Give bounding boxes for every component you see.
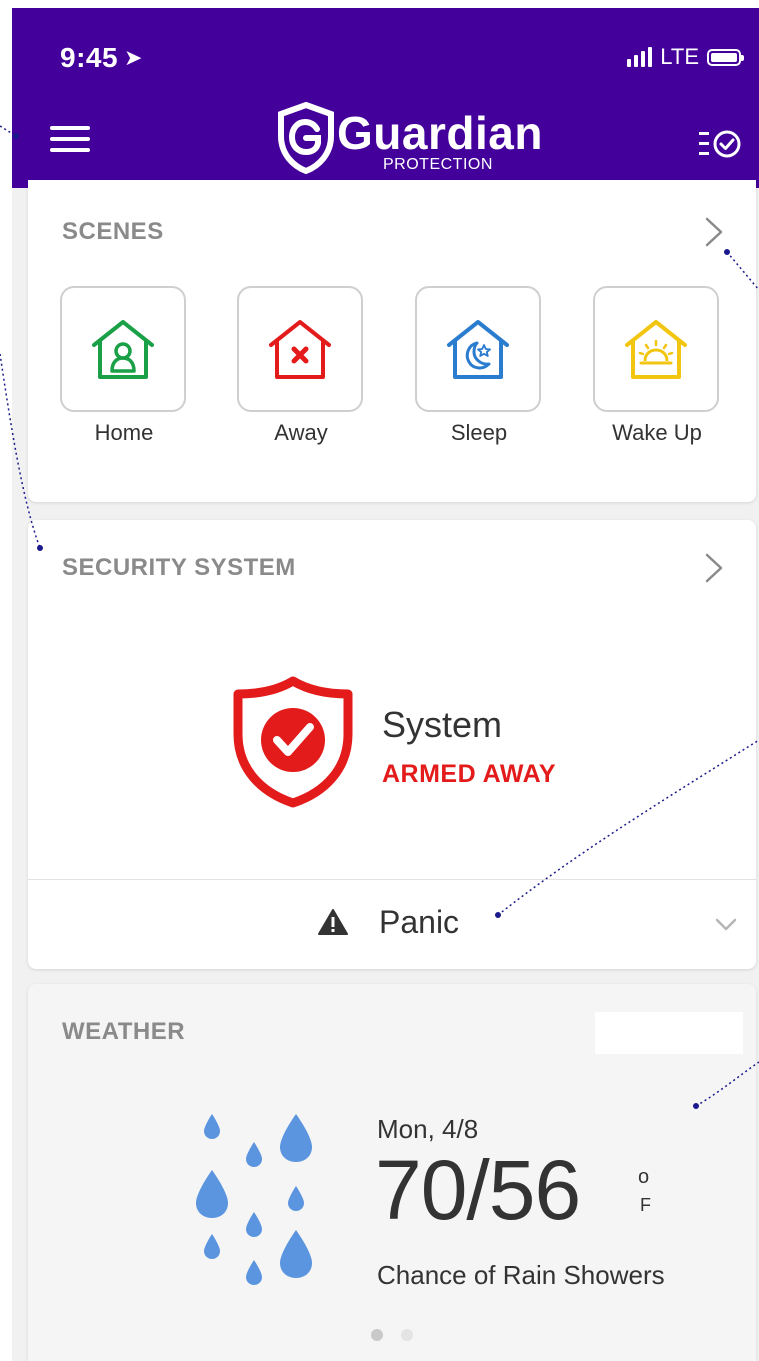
annotation-dot [724,249,730,255]
annotation-overlay [0,125,759,1109]
annotation-dot [37,545,43,551]
annotation-dot [693,1103,699,1109]
annotation-dot [495,912,501,918]
annotation-dot [13,133,19,139]
